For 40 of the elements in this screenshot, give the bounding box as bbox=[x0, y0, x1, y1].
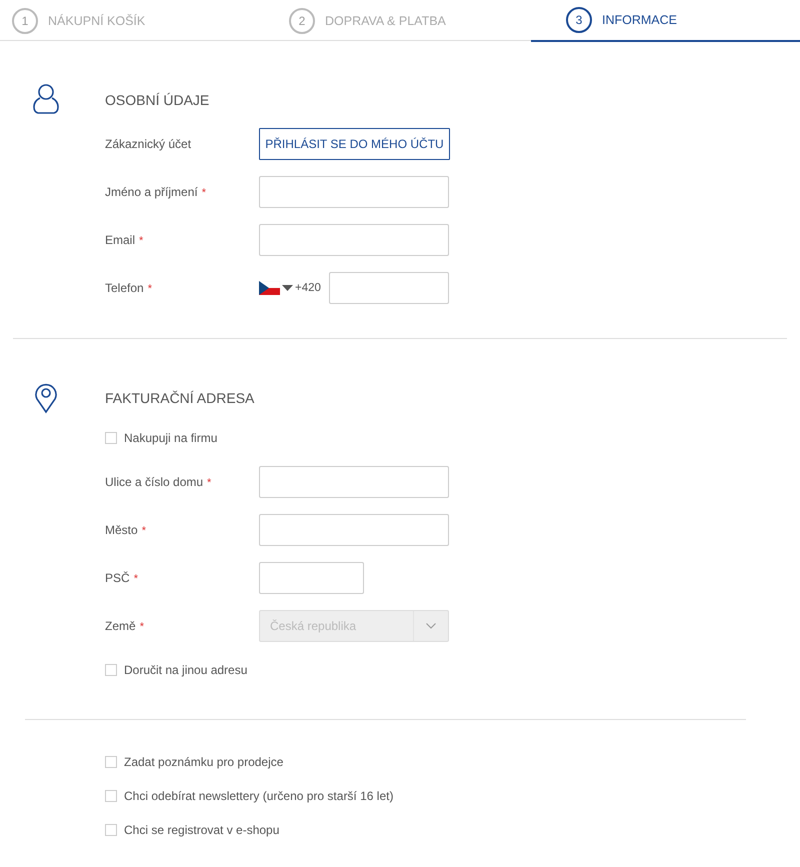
input-field[interactable] bbox=[259, 466, 449, 498]
field-label: Ulice a číslo domu * bbox=[105, 475, 212, 489]
step-number: 2 bbox=[289, 8, 315, 34]
field-label: PSČ * bbox=[105, 571, 139, 585]
input-field[interactable] bbox=[259, 224, 449, 256]
login-button[interactable]: PŘIHLÁSIT SE DO MÉHO ÚČTU bbox=[259, 128, 450, 160]
person-icon bbox=[32, 83, 60, 115]
step-tab[interactable]: 3 INFORMACE bbox=[531, 0, 800, 42]
checkbox-label[interactable]: Doručit na jinou adresu bbox=[124, 663, 248, 677]
input-field[interactable] bbox=[259, 562, 364, 594]
input-field[interactable] bbox=[259, 176, 449, 208]
section-heading: OSOBNÍ ÚDAJE bbox=[105, 91, 210, 110]
checkbox[interactable] bbox=[105, 824, 117, 836]
chevron-down-icon bbox=[426, 623, 436, 629]
step-number: 1 bbox=[12, 8, 38, 34]
field-label: Jméno a příjmení * bbox=[105, 185, 207, 199]
phone-field[interactable] bbox=[328, 272, 449, 304]
step-number: 3 bbox=[566, 7, 592, 33]
checkbox[interactable] bbox=[105, 790, 117, 802]
checkbox[interactable] bbox=[105, 432, 117, 444]
step-label: INFORMACE bbox=[602, 13, 677, 27]
checkbox-label[interactable]: Zadat poznámku pro prodejce bbox=[124, 755, 284, 769]
field-label: Email * bbox=[105, 233, 144, 247]
field-label: Město * bbox=[105, 523, 147, 537]
field-label: Země * bbox=[105, 619, 145, 633]
checkbox-label[interactable]: Nakupuji na firmu bbox=[124, 431, 218, 445]
step-label: DOPRAVA & PLATBA bbox=[325, 14, 446, 28]
flag-icon[interactable] bbox=[259, 281, 280, 295]
caret-icon[interactable] bbox=[282, 285, 293, 291]
checkbox[interactable] bbox=[105, 664, 117, 676]
field-label: Zákaznický účet bbox=[105, 137, 192, 151]
step-label: NÁKUPNÍ KOŠÍK bbox=[48, 14, 146, 28]
phone-prefix: +420 bbox=[295, 282, 321, 294]
input-field[interactable] bbox=[259, 514, 449, 546]
section-heading: FAKTURAČNÍ ADRESA bbox=[105, 389, 256, 408]
checkbox[interactable] bbox=[105, 756, 117, 768]
field-label: Telefon * bbox=[105, 281, 153, 295]
checkbox-label[interactable]: Chci se registrovat v e-shopu bbox=[124, 823, 280, 837]
checkbox-label[interactable]: Chci odebírat newslettery (určeno pro starší 16 let) bbox=[124, 789, 394, 803]
location-pin-icon bbox=[34, 382, 58, 414]
